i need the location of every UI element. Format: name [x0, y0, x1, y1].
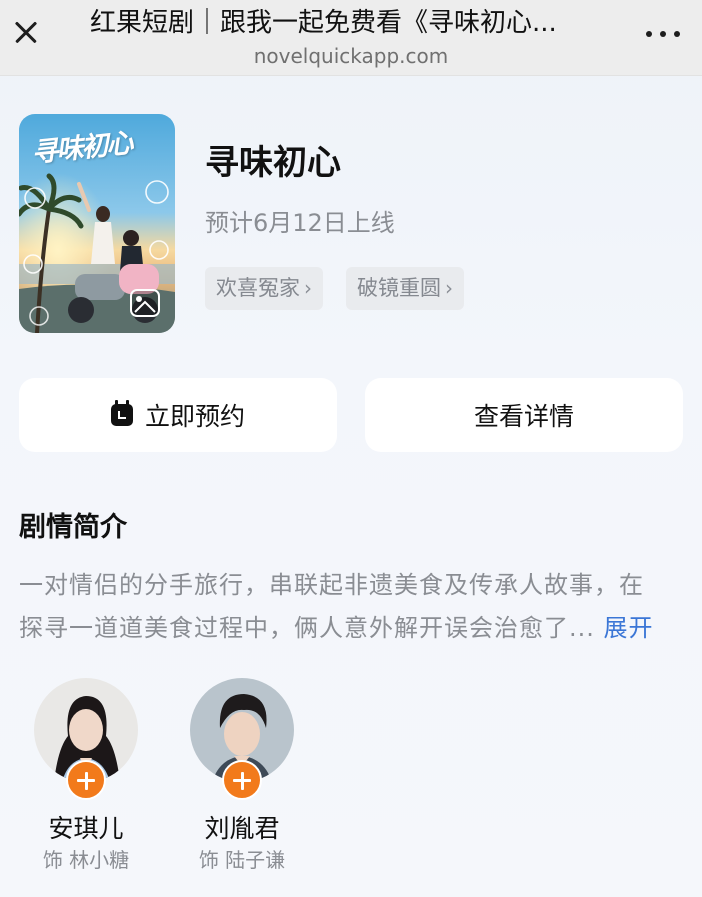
- synopsis-line: 探寻一道道美食过程中，俩人意外解开误会治愈了...: [19, 614, 595, 642]
- tag-chip[interactable]: 破镜重圆 ›: [346, 267, 464, 310]
- synopsis-text: 一对情侣的分手旅行，串联起非遗美食及传承人故事，在 探寻一道道美食过程中，俩人意…: [19, 564, 685, 650]
- cast-role: 饰 陆子谦: [198, 848, 286, 872]
- reserve-label: 立即预约: [144, 402, 245, 431]
- synopsis-line-last: 探寻一道道美食过程中，俩人意外解开误会治愈了... 展开: [19, 607, 685, 650]
- page-url: novelquickapp.com: [253, 44, 449, 68]
- drama-poster[interactable]: 寻味初心: [19, 114, 175, 333]
- view-details-button[interactable]: 查看详情: [365, 378, 683, 452]
- cast-member: 刘胤君 饰 陆子谦: [182, 678, 302, 873]
- tag-label: 破镜重圆: [357, 276, 441, 300]
- drama-title: 寻味初心: [205, 143, 341, 183]
- follow-button[interactable]: [66, 760, 106, 800]
- follow-button[interactable]: [222, 760, 262, 800]
- expand-link[interactable]: 展开: [604, 614, 654, 642]
- synopsis-heading: 剧情简介: [19, 512, 127, 543]
- release-date: 预计6月12日上线: [205, 209, 395, 237]
- page-title: 红果短剧｜跟我一起免费看《寻味初心...: [90, 8, 557, 38]
- cast-member: 安琪儿 饰 林小糖: [26, 678, 146, 873]
- cast-name: 刘胤君: [204, 814, 280, 843]
- avatar[interactable]: [34, 678, 138, 800]
- chevron-right-icon: ›: [445, 276, 453, 300]
- tag-chip[interactable]: 欢喜冤家 ›: [205, 267, 323, 310]
- reserve-button[interactable]: 立即预约: [19, 378, 337, 452]
- tag-label: 欢喜冤家: [216, 276, 300, 300]
- browser-top-bar: 红果短剧｜跟我一起免费看《寻味初心... novelquickapp.com: [0, 0, 702, 76]
- chevron-right-icon: ›: [304, 276, 312, 300]
- avatar[interactable]: [190, 678, 294, 800]
- more-options-icon[interactable]: [646, 30, 680, 38]
- calendar-check-icon: [110, 400, 133, 426]
- cast-name: 安琪儿: [48, 814, 124, 843]
- synopsis-line: 一对情侣的分手旅行，串联起非遗美食及传承人故事，在: [19, 571, 644, 599]
- cast-role: 饰 林小糖: [42, 848, 130, 872]
- details-label: 查看详情: [473, 402, 574, 431]
